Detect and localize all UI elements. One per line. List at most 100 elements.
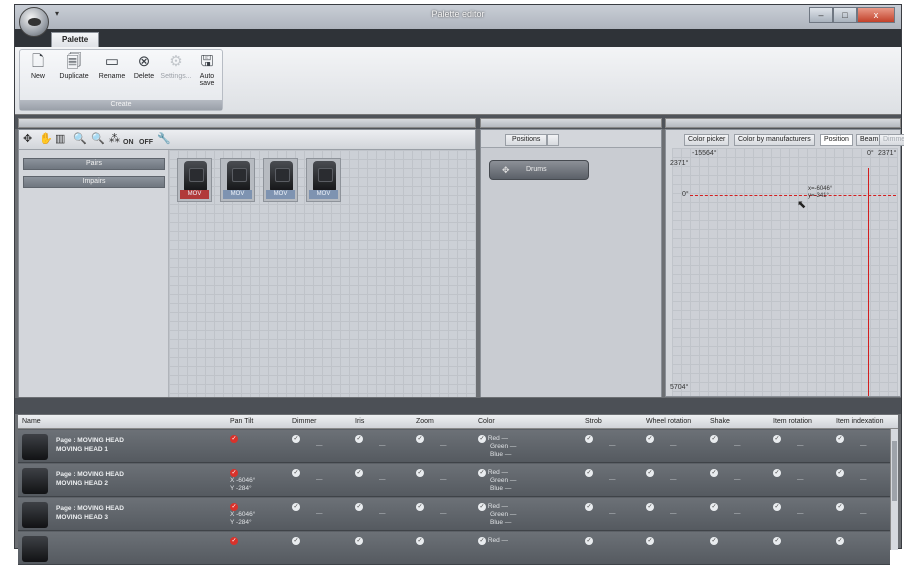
col-item-indexation[interactable]: Item indexation [836,418,883,425]
strob-knob-icon[interactable]: ✓ [585,503,593,511]
col-strob[interactable]: Strob [585,418,602,425]
iris-cell[interactable]: ✓ [355,537,363,545]
zoom-knob-icon[interactable]: ✓ [416,469,424,477]
item-rotation-cell[interactable]: ✓ [773,503,781,511]
strob-knob-icon[interactable]: ✓ [585,435,593,443]
minimize-button[interactable]: – [809,7,833,23]
off-button[interactable]: OFF [139,136,153,149]
color-cell[interactable]: ✓ Red — [478,537,508,545]
table-row[interactable]: Page : MOVING HEAD MOVING HEAD 2 ✓ X -6046… [18,464,890,497]
dimmer-knob-icon[interactable]: ✓ [292,503,300,511]
tab-add[interactable] [547,134,559,146]
iris-cell[interactable]: ✓ [355,503,363,511]
col-pan-tilt[interactable]: Pan Tilt [230,418,253,425]
select-all-icon[interactable]: ⁂ [109,133,120,146]
color-knob-icon[interactable]: ✓ [478,537,486,545]
item-indexation-knob-icon[interactable]: ✓ [836,503,844,511]
color-cell[interactable]: ✓ Red — Green — Blue — [478,469,516,493]
iris-knob-icon[interactable]: ✓ [355,469,363,477]
item-rotation-cell[interactable]: ✓ [773,537,781,545]
shake-cell[interactable]: ✓ [710,469,718,477]
rename-button[interactable]: ▭ Rename [94,53,130,80]
item-rotation-cell[interactable]: ✓ [773,469,781,477]
position-pad[interactable]: -15564° 0° 2371° 2371° 0° 5704° x=-6046°… [670,148,898,396]
dimmer-cell[interactable]: ✓ [292,469,300,477]
iris-cell[interactable]: ✓ [355,435,363,443]
settings-button[interactable]: ⚙ Settings... [156,53,196,80]
fixture-group-icon[interactable]: ▥ [55,133,65,146]
table-scrollbar[interactable] [890,429,898,550]
panel-splitter[interactable] [15,398,901,414]
new-button[interactable]: 🗋 New [20,53,56,80]
wheel-rotation-cell[interactable]: ✓ [646,435,654,443]
col-item-rotation[interactable]: Item rotation [773,418,812,425]
color-cell[interactable]: ✓ Red — Green — Blue — [478,435,516,459]
item-indexation-knob-icon[interactable]: ✓ [836,537,844,545]
col-shake[interactable]: Shake [710,418,730,425]
table-row[interactable]: ✓ ✓ ✓ ✓ ✓ Red — ✓ ✓ ✓ ✓ ✓ [18,532,890,565]
maximize-button[interactable]: □ [833,7,857,23]
item-rotation-knob-icon[interactable]: ✓ [773,469,781,477]
tab-position[interactable]: Position [820,134,853,146]
strob-knob-icon[interactable]: ✓ [585,469,593,477]
col-color[interactable]: Color [478,418,495,425]
pan-tilt-cell[interactable]: ✓ [230,435,238,443]
pan-tilt-cell[interactable]: ✓ X -6046° Y -284° [230,469,255,493]
zoom-cell[interactable]: ✓ [416,503,424,511]
col-zoom[interactable]: Zoom [416,418,434,425]
zoom-cell[interactable]: ✓ [416,469,424,477]
wheel-rotation-cell[interactable]: ✓ [646,537,654,545]
strob-cell[interactable]: ✓ [585,503,593,511]
zoom-out-icon[interactable]: 🔍 [91,133,105,146]
scrollbar-thumb[interactable] [892,441,897,501]
strob-cell[interactable]: ✓ [585,469,593,477]
dimmer-knob-icon[interactable]: ✓ [292,469,300,477]
zoom-knob-icon[interactable]: ✓ [416,435,424,443]
col-name[interactable]: Name [22,418,41,425]
wheel-rotation-knob-icon[interactable]: ✓ [646,435,654,443]
item-indexation-cell[interactable]: ✓ [836,537,844,545]
on-button[interactable]: ON [123,136,134,149]
col-iris[interactable]: Iris [355,418,364,425]
strob-cell[interactable]: ✓ [585,435,593,443]
color-cell[interactable]: ✓ Red — Green — Blue — [478,503,516,527]
color-knob-icon[interactable]: ✓ [478,503,486,511]
group-impairs[interactable]: Impairs [23,176,165,188]
dimmer-cell[interactable]: ✓ [292,435,300,443]
zoom-knob-icon[interactable]: ✓ [416,537,424,545]
tab-color-by-manufacturers[interactable]: Color by manufacturers [734,134,815,146]
dimmer-cell[interactable]: ✓ [292,537,300,545]
iris-cell[interactable]: ✓ [355,469,363,477]
col-wheel-rotation[interactable]: Wheel rotation [646,418,691,425]
table-row[interactable]: Page : MOVING HEAD MOVING HEAD 3 ✓ X -6046… [18,498,890,531]
item-indexation-cell[interactable]: ✓ [836,503,844,511]
shake-cell[interactable]: ✓ [710,435,718,443]
wheel-rotation-knob-icon[interactable]: ✓ [646,469,654,477]
pan-tilt-knob-icon[interactable]: ✓ [230,435,238,443]
item-rotation-knob-icon[interactable]: ✓ [773,537,781,545]
dimmer-knob-icon[interactable]: ✓ [292,537,300,545]
wheel-rotation-cell[interactable]: ✓ [646,503,654,511]
item-indexation-knob-icon[interactable]: ✓ [836,435,844,443]
col-dimmer[interactable]: Dimmer [292,418,317,425]
shake-cell[interactable]: ✓ [710,537,718,545]
wheel-rotation-cell[interactable]: ✓ [646,469,654,477]
hand-icon[interactable]: ✋ [39,133,53,146]
fixture-mov-2[interactable]: MOV [220,158,255,202]
auto-save-button[interactable]: 🖫 Auto save [192,53,222,87]
shake-knob-icon[interactable]: ✓ [710,537,718,545]
wheel-rotation-knob-icon[interactable]: ✓ [646,537,654,545]
strob-cell[interactable]: ✓ [585,537,593,545]
tab-palette[interactable]: Palette [51,32,100,47]
fixture-mov-4[interactable]: MOV [306,158,341,202]
fixture-mov-3[interactable]: MOV [263,158,298,202]
tab-color-picker[interactable]: Color picker [684,134,730,146]
pan-tilt-knob-icon[interactable]: ✓ [230,503,238,511]
wrench-icon[interactable]: 🔧 [157,133,171,146]
pan-tilt-cell[interactable]: ✓ [230,537,238,545]
item-indexation-cell[interactable]: ✓ [836,469,844,477]
dimmer-cell[interactable]: ✓ [292,503,300,511]
zoom-in-icon[interactable]: 🔍 [73,133,87,146]
color-knob-icon[interactable]: ✓ [478,469,486,477]
preset-drums-button[interactable]: ✥ Drums [489,160,589,180]
